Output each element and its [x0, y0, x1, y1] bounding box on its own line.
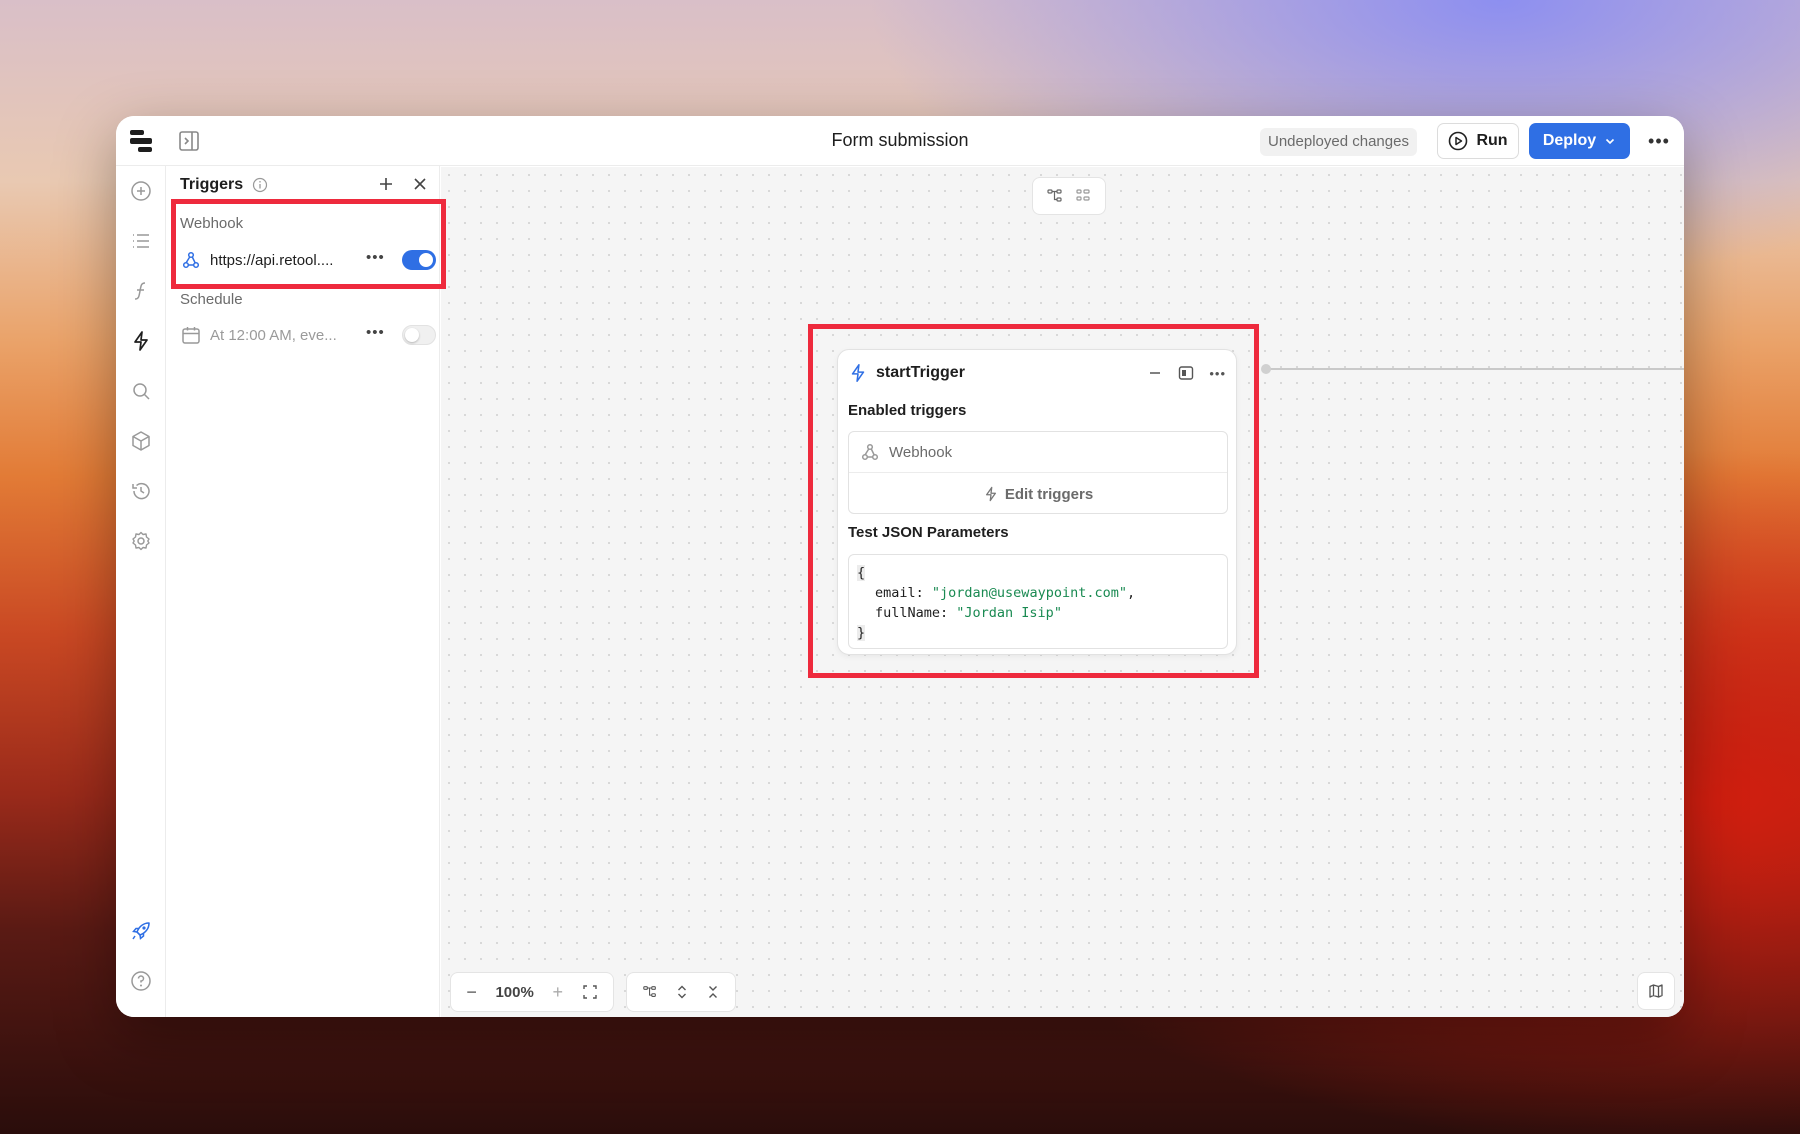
webhook-trigger-row[interactable]: https://api.retool.... •••	[180, 247, 436, 273]
retool-logo[interactable]	[130, 130, 154, 152]
left-rail	[116, 166, 166, 1017]
triggers-panel: Triggers Webhook https://api.retool.... …	[166, 166, 440, 1017]
schedule-trigger-row[interactable]: At 12:00 AM, eve... •••	[180, 322, 436, 348]
schedule-more-button[interactable]: •••	[366, 322, 385, 348]
json-params-editor[interactable]: { email: "jordan@usewaypoint.com", fullN…	[848, 554, 1228, 649]
schedule-text: At 12:00 AM, eve...	[210, 326, 337, 344]
top-bar: Form submission Undeployed changes Run D…	[116, 116, 1684, 166]
deploy-button[interactable]: Deploy	[1529, 123, 1630, 159]
json-params-heading: Test JSON Parameters	[848, 524, 1009, 541]
add-icon[interactable]	[128, 178, 154, 204]
node-more-button[interactable]: •••	[1209, 366, 1226, 381]
graph-layout-icon[interactable]	[1046, 187, 1064, 205]
enabled-webhook-row: Webhook	[849, 432, 1227, 473]
zoom-controls: − 100% +	[450, 972, 614, 1012]
zoom-in-button[interactable]: +	[552, 982, 563, 1003]
webhook-url: https://api.retool....	[210, 251, 334, 269]
lightning-icon[interactable]	[128, 328, 154, 354]
json-name-value: "Jordan Isip"	[956, 605, 1062, 621]
rocket-icon[interactable]	[128, 918, 154, 944]
run-button[interactable]: Run	[1437, 123, 1519, 159]
json-name-key: fullName:	[875, 605, 957, 621]
settings-icon[interactable]	[128, 528, 154, 554]
run-label: Run	[1476, 132, 1508, 149]
node-title: startTrigger	[876, 364, 965, 381]
app-window: Form submission Undeployed changes Run D…	[116, 116, 1684, 1017]
zoom-out-button[interactable]: −	[466, 982, 477, 1003]
more-menu-button[interactable]: •••	[1646, 128, 1672, 154]
function-icon[interactable]	[128, 278, 154, 304]
node-header: startTrigger •••	[848, 360, 1226, 386]
json-email-key: email:	[875, 585, 932, 601]
lightning-icon	[851, 364, 865, 382]
json-email-value: "jordan@usewaypoint.com"	[931, 585, 1127, 601]
panel-toggle-icon[interactable]	[178, 130, 200, 152]
undeployed-badge: Undeployed changes	[1260, 128, 1417, 156]
chevron-down-icon	[1606, 138, 1615, 145]
expand-panel-icon[interactable]	[1177, 364, 1195, 382]
grid-layout-icon[interactable]	[1074, 187, 1092, 205]
json-open-brace: {	[857, 565, 866, 581]
expand-all-icon[interactable]	[675, 984, 689, 1000]
output-port[interactable]	[1261, 364, 1271, 374]
enabled-webhook-label: Webhook	[889, 443, 953, 461]
enabled-triggers-heading: Enabled triggers	[848, 402, 967, 419]
webhook-toggle[interactable]	[402, 250, 436, 270]
lightning-icon	[985, 486, 996, 502]
calendar-icon	[182, 327, 200, 344]
webhook-more-button[interactable]: •••	[366, 247, 385, 273]
webhook-icon	[182, 251, 200, 269]
minimap-button[interactable]	[1637, 972, 1675, 1010]
history-icon[interactable]	[128, 478, 154, 504]
deploy-label: Deploy	[1542, 132, 1597, 149]
info-icon[interactable]	[252, 177, 268, 193]
edit-triggers-button[interactable]: Edit triggers	[849, 473, 1227, 515]
search-icon[interactable]	[128, 378, 154, 404]
view-controls	[626, 972, 736, 1012]
triggers-title: Triggers	[180, 176, 244, 193]
schedule-section-label: Schedule	[180, 291, 243, 308]
webhook-section-label: Webhook	[180, 215, 244, 232]
enabled-triggers-box: Webhook Edit triggers	[848, 431, 1228, 514]
webhook-icon	[861, 443, 879, 461]
zoom-level: 100%	[495, 983, 534, 1001]
minimize-icon[interactable]	[1147, 365, 1163, 381]
play-icon	[1449, 131, 1468, 151]
edit-triggers-label: Edit triggers	[1004, 485, 1094, 503]
help-icon[interactable]	[128, 968, 154, 994]
json-comma: ,	[1126, 585, 1136, 601]
json-close-brace: }	[857, 625, 866, 641]
start-trigger-node[interactable]: startTrigger ••• Enabled triggers Webhoo…	[837, 349, 1237, 655]
node-actions: •••	[1147, 360, 1226, 386]
collapse-all-icon[interactable]	[706, 984, 720, 1000]
fit-view-icon[interactable]	[582, 984, 598, 1000]
node-connector	[1267, 368, 1684, 370]
cube-icon[interactable]	[128, 428, 154, 454]
map-icon	[1649, 984, 1663, 998]
workflow-canvas[interactable]: startTrigger ••• Enabled triggers Webhoo…	[441, 167, 1684, 1017]
add-trigger-icon[interactable]	[376, 174, 396, 194]
close-icon[interactable]	[410, 174, 430, 194]
graph-layout-icon[interactable]	[642, 984, 658, 1000]
schedule-toggle[interactable]	[402, 325, 436, 345]
list-icon[interactable]	[128, 228, 154, 254]
layout-controls	[1032, 177, 1106, 215]
